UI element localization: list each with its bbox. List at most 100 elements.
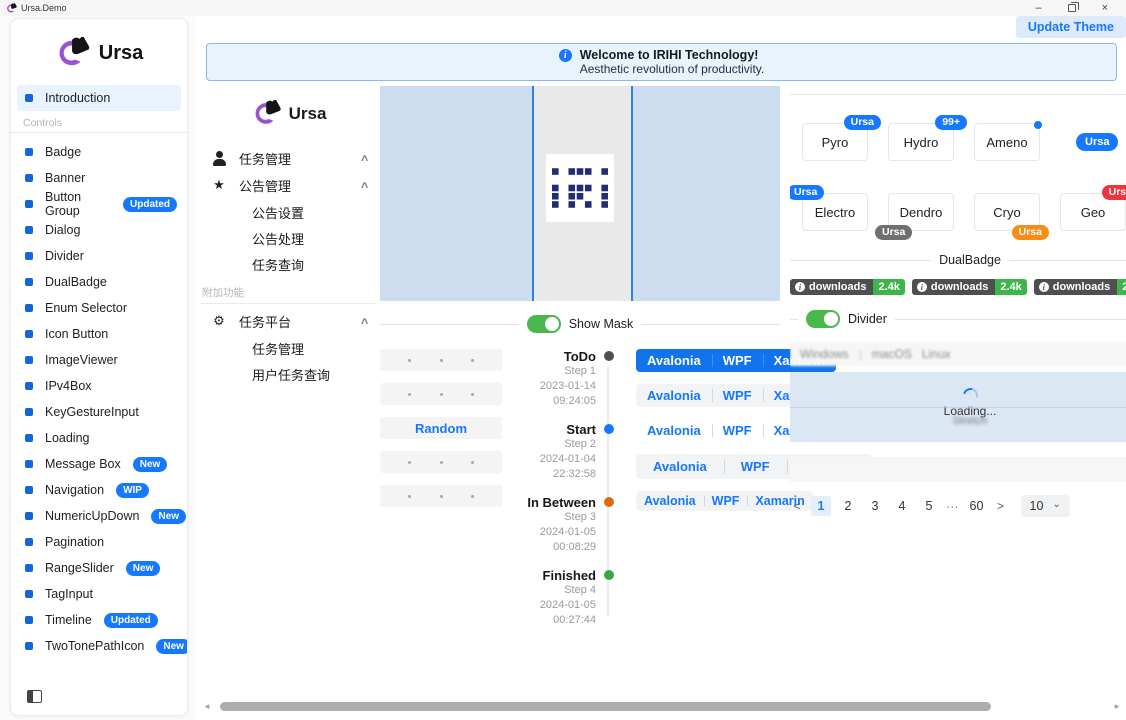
nav-item-task-platform[interactable]: ⚙ 任务平台 ∧	[200, 308, 378, 334]
nav-subitem-user-task-query[interactable]: 用户任务查询	[200, 361, 378, 387]
banner-subtitle: Aesthetic revolution of productivity.	[580, 62, 765, 76]
badge-card-dendro: Dendro Ursa	[888, 193, 954, 231]
sidebar-item-loading[interactable]: Loading	[11, 425, 187, 451]
app-logo-icon	[6, 3, 17, 14]
divider-toggle[interactable]	[806, 310, 840, 328]
scrollbar-thumb[interactable]	[220, 702, 991, 711]
sidebar-item-rangeslider[interactable]: RangeSliderNew	[11, 555, 187, 581]
sidebar-item-enum-selector[interactable]: Enum Selector	[11, 295, 187, 321]
show-mask-toggle[interactable]	[527, 315, 561, 333]
wpf-button[interactable]: WPF	[712, 349, 763, 372]
avalonia-button[interactable]: Avalonia	[636, 454, 724, 479]
sidebar-item-dualbadge[interactable]: DualBadge	[11, 269, 187, 295]
page-60-button[interactable]: 60	[967, 496, 987, 516]
skeleton-row	[380, 349, 502, 371]
sidebar-item-timeline[interactable]: TimelineUpdated	[11, 607, 187, 633]
skeleton-row	[380, 451, 502, 473]
sidebar-item-message-box[interactable]: Message BoxNew	[11, 451, 187, 477]
dualbadge-demo: idownloads 2.4k idownloads 2.4k idownloa…	[790, 279, 1126, 295]
menu-dot-icon	[25, 226, 33, 234]
badge-card-electro: Electro Ursa	[802, 193, 868, 231]
avalonia-button[interactable]: Avalonia	[636, 491, 704, 511]
chevron-up-icon[interactable]: ∧	[359, 153, 369, 164]
page-3-button[interactable]: 3	[865, 496, 885, 516]
dual-badge[interactable]: idownloads 2.4k	[790, 279, 905, 295]
sidebar-item-taginput[interactable]: TagInput	[11, 581, 187, 607]
maximize-button[interactable]	[1068, 4, 1076, 12]
sidebar-item-button-group[interactable]: Button GroupUpdated	[11, 191, 187, 217]
demo-nav-menu: Ursa 任务管理 ∧ ★ 公告管理 ∧ 公告设置 公告处理 任务查询	[200, 86, 380, 694]
scrollbar-track[interactable]	[214, 702, 1110, 711]
avalonia-button[interactable]: Avalonia	[636, 419, 712, 442]
divider-demo-header: Divider	[790, 310, 1126, 328]
info-icon: i	[1039, 282, 1049, 292]
sidebar-item-badge[interactable]: Badge	[11, 139, 187, 165]
page-2-button[interactable]: 2	[838, 496, 858, 516]
random-button[interactable]: Random	[415, 421, 467, 436]
wpf-button[interactable]: WPF	[712, 384, 763, 407]
sidebar-item-numericupdown[interactable]: NumericUpDownNew	[11, 503, 187, 529]
menu-dot-icon	[25, 200, 33, 208]
sidebar-logo-text: Ursa	[99, 42, 143, 65]
avalonia-button[interactable]: Avalonia	[636, 349, 712, 372]
wpf-button[interactable]: WPF	[704, 491, 748, 511]
image-viewer[interactable]	[380, 86, 780, 301]
loading-spinner-icon	[960, 385, 980, 405]
sidebar-item-banner[interactable]: Banner	[11, 165, 187, 191]
sidebar-item-twotonepathicon[interactable]: TwoTonePathIconNew	[11, 633, 187, 659]
ursa-badge: Ursa	[1076, 133, 1118, 151]
menu-dot-icon	[25, 538, 33, 546]
scroll-right-icon[interactable]: ▸	[1110, 701, 1124, 712]
minimize-button[interactable]: –	[1035, 3, 1041, 13]
menu-dot-icon	[25, 642, 33, 650]
nav-item-task-management[interactable]: 任务管理 ∧	[200, 145, 378, 171]
nav-logo: Ursa	[200, 88, 378, 145]
dual-badge[interactable]: idownloads 2.4k	[912, 279, 1027, 295]
prev-page-button[interactable]: <	[790, 499, 804, 513]
nav-subitem-announcement-settings[interactable]: 公告设置	[200, 199, 378, 225]
skeleton-row	[380, 383, 502, 405]
sidebar-collapse-icon[interactable]	[27, 690, 42, 703]
nav-item-announcement-management[interactable]: ★ 公告管理 ∧	[200, 172, 378, 198]
nav-subitem-task-management[interactable]: 任务管理	[200, 335, 378, 361]
page-4-button[interactable]: 4	[892, 496, 912, 516]
page-5-button[interactable]: 5	[919, 496, 939, 516]
page-size-select[interactable]: 10 ⌄	[1021, 495, 1070, 517]
menu-dot-icon	[25, 330, 33, 338]
scroll-left-icon[interactable]: ◂	[200, 701, 214, 712]
page-1-button[interactable]: 1	[811, 496, 831, 516]
ursa-badge-red: Ursa	[1102, 185, 1126, 200]
sidebar-item-icon-button[interactable]: Icon Button	[11, 321, 187, 347]
menu-dot-icon	[25, 356, 33, 364]
ursa-badge: Ursa	[844, 115, 881, 130]
ursa-logo-icon	[55, 37, 91, 69]
menu-dot-icon	[25, 382, 33, 390]
dual-badge[interactable]: idownloads 2.4k	[1034, 279, 1126, 295]
sidebar-item-keygestureinput[interactable]: KeyGestureInput	[11, 399, 187, 425]
sidebar-item-dialog[interactable]: Dialog	[11, 217, 187, 243]
sidebar-item-ipv4box[interactable]: IPv4Box	[11, 373, 187, 399]
sidebar-item-introduction[interactable]: Introduction	[17, 85, 181, 111]
wpf-button[interactable]: WPF	[724, 454, 787, 479]
sidebar-item-navigation[interactable]: NavigationWIP	[11, 477, 187, 503]
nav-subitem-task-query[interactable]: 任务查询	[200, 251, 378, 277]
sidebar-item-divider[interactable]: Divider	[11, 243, 187, 269]
update-theme-button[interactable]: Update Theme	[1016, 16, 1126, 38]
timeline-item-todo: ToDo Step 1 2023-01-14 09:24:05	[504, 349, 596, 409]
ursa-badge-orange: Ursa	[1012, 225, 1049, 240]
empty-demo-row	[790, 457, 1126, 482]
chevron-up-icon[interactable]: ∧	[359, 316, 369, 327]
badge-card-geo: Geo Ursa	[1060, 193, 1126, 231]
nav-subitem-announcement-processing[interactable]: 公告处理	[200, 225, 378, 251]
menu-dot-icon	[25, 304, 33, 312]
timeline-dot-icon	[604, 570, 614, 580]
chevron-up-icon[interactable]: ∧	[359, 180, 369, 191]
avalonia-button[interactable]: Avalonia	[636, 384, 712, 407]
close-button[interactable]: ×	[1102, 3, 1108, 13]
next-page-button[interactable]: >	[994, 499, 1008, 513]
sidebar-item-imageviewer[interactable]: ImageViewer	[11, 347, 187, 373]
menu-dot-icon	[25, 174, 33, 182]
wpf-button[interactable]: WPF	[712, 419, 763, 442]
nav-section-extra: 附加功能	[200, 277, 376, 304]
sidebar-item-pagination[interactable]: Pagination	[11, 529, 187, 555]
